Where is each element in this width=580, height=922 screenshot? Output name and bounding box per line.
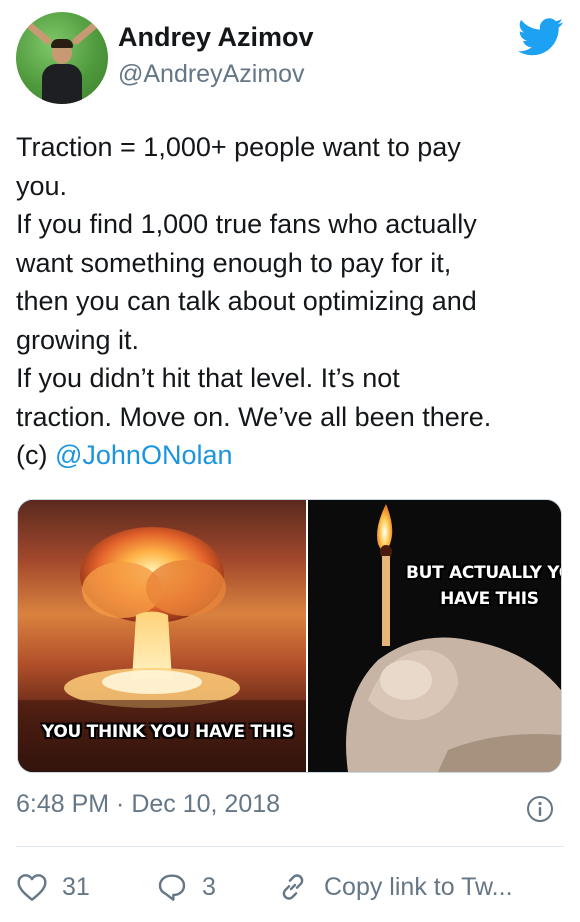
divider-line <box>16 846 564 847</box>
tweet-line: If you find 1,000 true fans who actually <box>16 209 477 239</box>
heart-icon <box>17 874 47 901</box>
copy-link-label: Copy link to Tw... <box>324 872 513 901</box>
action-bar: 31 3 Copy link to Tw... <box>16 864 576 910</box>
info-icon[interactable] <box>526 795 554 823</box>
reply-icon <box>158 874 186 901</box>
tweet-header: Andrey Azimov @AndreyAzimov <box>16 12 564 104</box>
user-handle[interactable]: @AndreyAzimov <box>118 60 305 89</box>
tweet-line: traction. Move on. We’ve all been there. <box>16 401 492 432</box>
user-name[interactable]: Andrey Azimov <box>118 22 314 53</box>
credit-prefix: (c) <box>16 440 55 470</box>
left-caption: YOU THINK YOU HAVE THIS <box>42 722 294 742</box>
tweet-line: growing it. <box>16 324 140 355</box>
right-caption-line-1: BUT ACTUALLY YO <box>406 563 562 583</box>
reply-count: 3 <box>202 872 216 901</box>
twitter-bird-icon[interactable] <box>518 18 564 56</box>
tweet-line: If you didn’t hit that level. It’s not <box>16 363 400 393</box>
tweet-timestamp[interactable]: 6:48 PM · Dec 10, 2018 <box>16 790 280 819</box>
tweet-line: you. <box>16 170 68 201</box>
reply-button[interactable]: 3 <box>156 864 216 910</box>
tweet-line: then you can talk about optimizing and <box>16 286 477 316</box>
avatar[interactable] <box>16 12 108 104</box>
right-caption: BUT ACTUALLY YO HAVE THIS <box>406 560 562 612</box>
tweet-media[interactable]: YOU THINK YOU HAVE THIS BUT ACTUALLY YO … <box>17 499 562 773</box>
mention-link[interactable]: @JohnONolan <box>55 440 233 470</box>
tweet-text: Traction = 1,000+ people want to pay you… <box>16 128 566 475</box>
copy-link-button[interactable]: Copy link to Tw... <box>276 864 513 910</box>
like-button[interactable]: 31 <box>16 864 90 910</box>
tweet-credit-line: (c) @JohnONolan <box>16 436 566 475</box>
like-count: 31 <box>62 872 90 901</box>
match-image: BUT ACTUALLY YO HAVE THIS <box>308 500 561 772</box>
tweet-line: Traction = 1,000+ people want to pay <box>16 132 461 162</box>
explosion-image: YOU THINK YOU HAVE THIS <box>18 500 306 772</box>
link-icon <box>282 874 304 900</box>
tweet-line: want something enough to pay for it, <box>16 247 452 278</box>
right-caption-line-2: HAVE THIS <box>440 589 539 609</box>
